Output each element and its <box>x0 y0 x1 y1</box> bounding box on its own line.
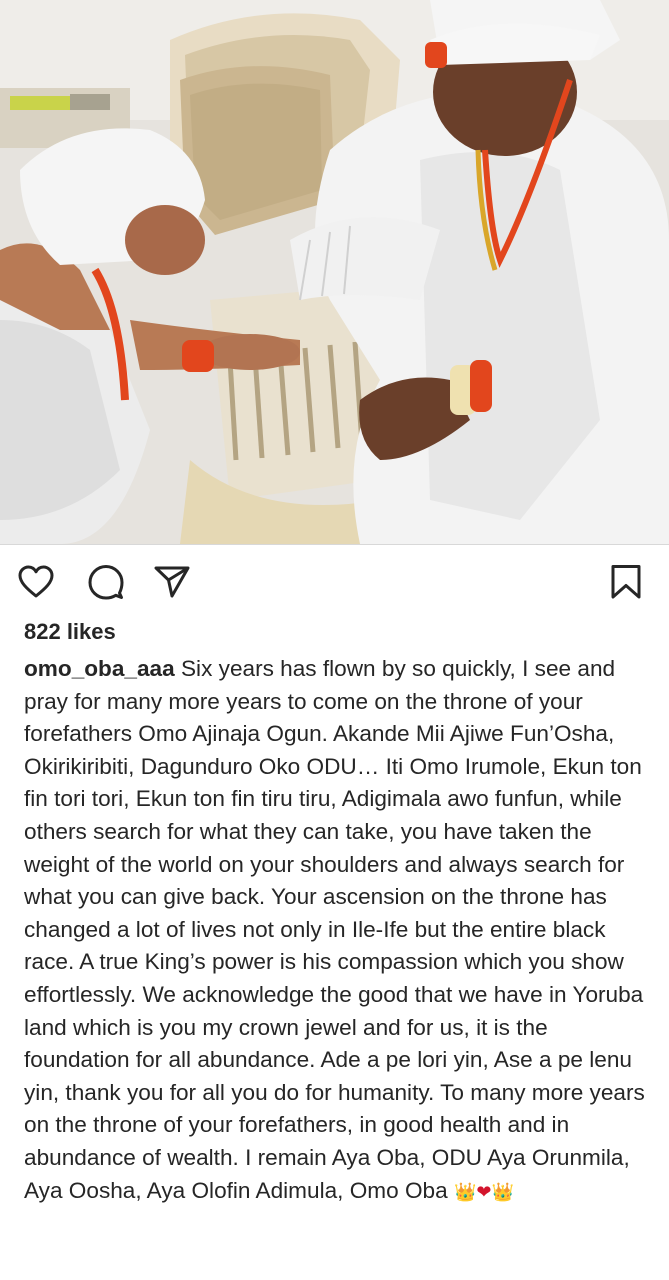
likes-count[interactable]: 822 likes <box>24 619 116 645</box>
heart-emoji: ❤ <box>476 1181 492 1203</box>
comment-button[interactable] <box>84 560 128 604</box>
bookmark-outline-icon <box>611 565 641 599</box>
share-button[interactable] <box>150 560 194 604</box>
crown-emoji: 👑 <box>491 1181 514 1203</box>
post-photo[interactable] <box>0 0 669 544</box>
save-button[interactable] <box>604 560 648 604</box>
post-photo-illustration <box>0 0 669 544</box>
photo-divider <box>0 544 669 545</box>
post-action-bar <box>0 560 669 604</box>
post-caption: omo_oba_aaa Six years has flown by so qu… <box>24 653 654 1209</box>
comment-bubble-icon <box>88 565 124 600</box>
like-button[interactable] <box>14 560 58 604</box>
crown-emoji: 👑 <box>453 1181 477 1203</box>
caption-username[interactable]: omo_oba_aaa <box>24 656 175 681</box>
heart-outline-icon <box>18 565 54 598</box>
caption-text: Six years has flown by so quickly, I see… <box>24 656 645 1203</box>
paper-plane-icon <box>154 566 190 598</box>
